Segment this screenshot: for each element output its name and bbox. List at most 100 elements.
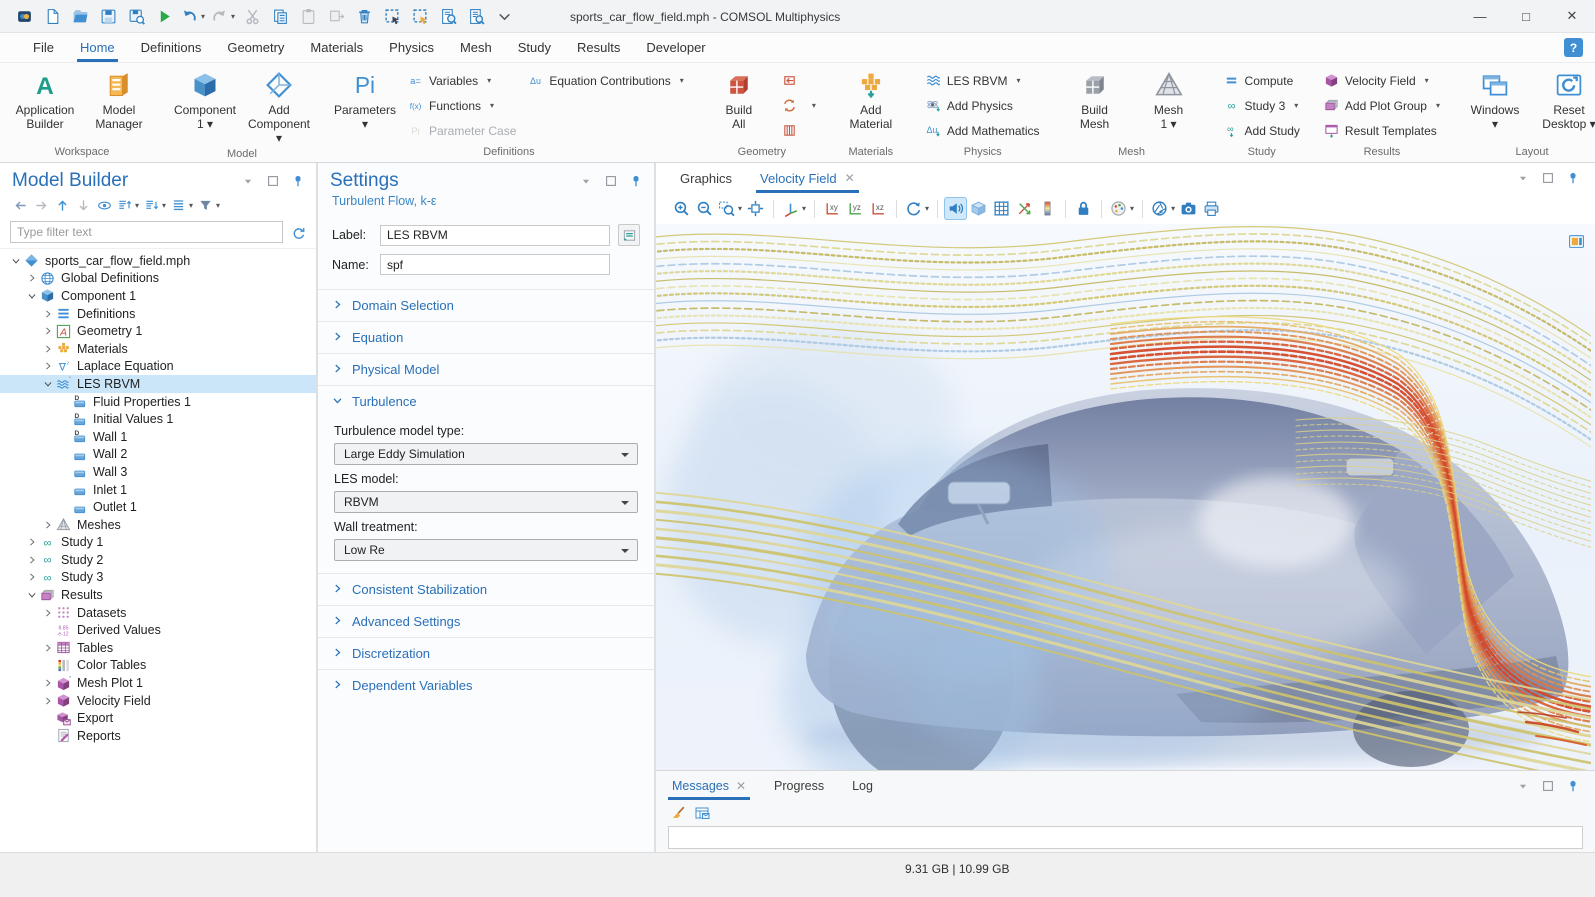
menu-tab-home[interactable]: Home bbox=[67, 33, 128, 62]
tree-node-color-tables[interactable]: Color Tables bbox=[0, 657, 316, 675]
section-header-dependent-variables[interactable]: Dependent Variables bbox=[318, 670, 654, 701]
copy-button[interactable] bbox=[266, 3, 294, 29]
tree-down-arrow-icon[interactable] bbox=[24, 590, 39, 600]
float-panel-button[interactable] bbox=[1540, 778, 1556, 794]
float-panel-button[interactable] bbox=[603, 173, 619, 189]
menu-tab-results[interactable]: Results bbox=[564, 33, 633, 62]
menu-tab-materials[interactable]: Materials bbox=[297, 33, 376, 62]
new-file-button[interactable] bbox=[38, 3, 66, 29]
find-doc2-button[interactable] bbox=[462, 3, 490, 29]
show-eye-button[interactable] bbox=[94, 195, 114, 216]
close-tab-icon[interactable]: ✕ bbox=[845, 171, 855, 185]
ribbon-add-study-button[interactable]: ∞Add Study bbox=[1219, 118, 1305, 143]
ribbon-functions-button[interactable]: f(x)Functions▾ bbox=[403, 93, 521, 118]
expand-all-button[interactable]: ▾ bbox=[115, 195, 141, 216]
les-model-dropdown[interactable]: RBVM bbox=[334, 491, 638, 513]
grid-button[interactable] bbox=[990, 197, 1013, 220]
tree-node-component-1[interactable]: Component 1 bbox=[0, 287, 316, 305]
section-header-consistent-stabilization[interactable]: Consistent Stabilization bbox=[318, 574, 654, 605]
color-legend-button[interactable] bbox=[1036, 197, 1059, 220]
ribbon-component-1-button[interactable]: Component1 ▾ bbox=[169, 68, 241, 134]
ribbon-build-all-button[interactable]: BuildAll bbox=[703, 68, 775, 134]
tree-node-les-rbvm[interactable]: *LES RBVM bbox=[0, 375, 316, 393]
tree-node-velocity-field[interactable]: Velocity Field bbox=[0, 692, 316, 710]
section-header-turbulence[interactable]: Turbulence bbox=[318, 386, 654, 417]
duplicate-button[interactable] bbox=[322, 3, 350, 29]
menu-tab-file[interactable]: File bbox=[20, 33, 67, 62]
view-yz-button[interactable]: yz bbox=[844, 197, 867, 220]
ribbon-model-manager-button[interactable]: ModelManager bbox=[83, 68, 155, 134]
tree-node-wall-3[interactable]: Wall 3 bbox=[0, 463, 316, 481]
ribbon-geom-update-button[interactable]: ▾ bbox=[777, 93, 821, 118]
tree-node-meshes[interactable]: Meshes bbox=[0, 516, 316, 534]
printer-button[interactable] bbox=[1200, 197, 1223, 220]
name-field[interactable] bbox=[380, 254, 610, 275]
tree-right-arrow-icon[interactable] bbox=[24, 273, 39, 283]
msg-table-button[interactable] bbox=[692, 803, 712, 824]
pin-panel-button[interactable] bbox=[290, 173, 306, 189]
tree-node-mesh-plot-1[interactable]: *Mesh Plot 1 bbox=[0, 674, 316, 692]
pin-panel-button[interactable] bbox=[628, 173, 644, 189]
menu-tab-study[interactable]: Study bbox=[505, 33, 564, 62]
bottom-tab-progress[interactable]: Progress bbox=[774, 771, 824, 800]
ribbon-geom-virtual-button[interactable] bbox=[777, 118, 821, 143]
menu-tab-definitions[interactable]: Definitions bbox=[128, 33, 215, 62]
rename-label-button[interactable] bbox=[618, 224, 640, 246]
menu-tab-geometry[interactable]: Geometry bbox=[214, 33, 297, 62]
menu-tab-mesh[interactable]: Mesh bbox=[447, 33, 505, 62]
tree-node-fluid-properties-1[interactable]: DFluid Properties 1 bbox=[0, 393, 316, 411]
lock-button[interactable] bbox=[1072, 197, 1095, 220]
aperture-button[interactable]: ▾ bbox=[1149, 197, 1177, 220]
panel-menu-button[interactable] bbox=[1515, 170, 1531, 186]
view-xy-button[interactable]: xy bbox=[821, 197, 844, 220]
transparency-button[interactable] bbox=[967, 197, 990, 220]
ribbon-reset-desktop-button[interactable]: ResetDesktop ▾ bbox=[1533, 68, 1595, 134]
tree-node-tables[interactable]: Tables bbox=[0, 639, 316, 657]
tree-node-sports-car-flow-field-mph[interactable]: sports_car_flow_field.mph bbox=[0, 252, 316, 270]
float-panel-button[interactable] bbox=[265, 173, 281, 189]
float-panel-button[interactable] bbox=[1540, 170, 1556, 186]
tree-right-arrow-icon[interactable] bbox=[40, 696, 55, 706]
clear-brush-button[interactable] bbox=[668, 803, 688, 824]
tree-node-wall-1[interactable]: DWall 1 bbox=[0, 428, 316, 446]
tree-right-arrow-icon[interactable] bbox=[40, 520, 55, 530]
maximize-button[interactable]: □ bbox=[1503, 0, 1549, 33]
ribbon-velocity-field-button[interactable]: Velocity Field▾ bbox=[1319, 68, 1445, 93]
ribbon-study-3-button[interactable]: ∞Study 3▾ bbox=[1219, 93, 1305, 118]
panel-menu-button[interactable] bbox=[1515, 778, 1531, 794]
ribbon-result-templates-button[interactable]: Result Templates bbox=[1319, 118, 1445, 143]
tree-node-datasets[interactable]: Datasets bbox=[0, 604, 316, 622]
camera-button[interactable] bbox=[1177, 197, 1200, 220]
ribbon-windows-button[interactable]: Windows▾ bbox=[1459, 68, 1531, 134]
tree-right-arrow-icon[interactable] bbox=[40, 643, 55, 653]
ribbon-geom-import-button[interactable] bbox=[777, 68, 821, 93]
ribbon-add-mathematics-button[interactable]: ΔuAdd Mathematics bbox=[921, 118, 1045, 143]
tree-node-derived-values[interactable]: 8.85e-12Derived Values bbox=[0, 621, 316, 639]
ribbon-add-plot-group-button[interactable]: Add Plot Group▾ bbox=[1319, 93, 1445, 118]
graphics-tab-velocity-field[interactable]: Velocity Field✕ bbox=[760, 163, 855, 193]
turbulence-model-type-dropdown[interactable]: Large Eddy Simulation bbox=[334, 443, 638, 465]
tree-down-arrow-icon[interactable] bbox=[24, 291, 39, 301]
tree-right-arrow-icon[interactable] bbox=[24, 572, 39, 582]
section-header-advanced-settings[interactable]: Advanced Settings bbox=[318, 606, 654, 637]
wall-treatment-dropdown[interactable]: Low Re bbox=[334, 539, 638, 561]
filter-input[interactable] bbox=[10, 221, 283, 243]
pin-panel-button[interactable] bbox=[1565, 778, 1581, 794]
save-button[interactable] bbox=[94, 3, 122, 29]
close-tab-icon[interactable]: ✕ bbox=[736, 779, 746, 793]
nav-down-button[interactable] bbox=[73, 195, 93, 216]
ribbon-parameters-button[interactable]: PiParameters▾ bbox=[329, 68, 401, 134]
nav-forward-button[interactable] bbox=[31, 195, 51, 216]
tree-node-global-definitions[interactable]: Global Definitions bbox=[0, 270, 316, 288]
comsol-logo-button[interactable] bbox=[10, 3, 38, 29]
tree-right-arrow-icon[interactable] bbox=[40, 678, 55, 688]
run-button[interactable] bbox=[150, 3, 178, 29]
panel-menu-button[interactable] bbox=[240, 173, 256, 189]
tree-node-materials[interactable]: Materials bbox=[0, 340, 316, 358]
axes-triad-button[interactable]: ▾ bbox=[780, 197, 808, 220]
megaphone-button[interactable] bbox=[944, 197, 967, 220]
tree-node-outlet-1[interactable]: Outlet 1 bbox=[0, 498, 316, 516]
ribbon-application-builder-button[interactable]: AApplicationBuilder bbox=[9, 68, 81, 134]
tree-down-arrow-icon[interactable] bbox=[40, 379, 55, 389]
refresh-filter-button[interactable] bbox=[288, 222, 308, 243]
